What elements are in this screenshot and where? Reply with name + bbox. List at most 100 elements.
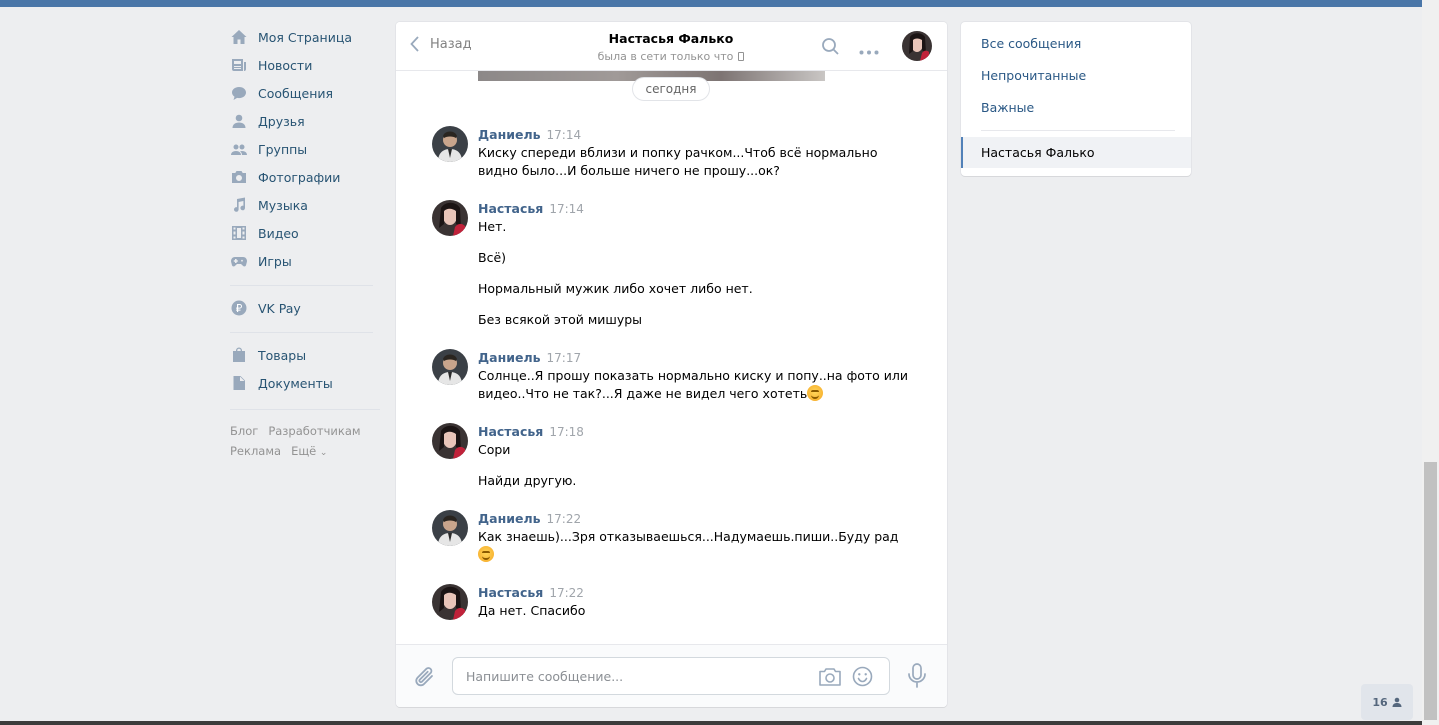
message-history[interactable]: сегодня Даниель 17:14 Киску спереди вблиз… bbox=[396, 71, 947, 644]
message-time[interactable]: 17:14 bbox=[547, 128, 582, 142]
message-author[interactable]: Настасья bbox=[478, 585, 543, 600]
emoji-icon[interactable] bbox=[852, 666, 873, 691]
message-text: Киску спереди вблизи и попку рачком...Чт… bbox=[478, 145, 878, 178]
avatar-daniel[interactable] bbox=[432, 510, 468, 546]
nav-divider bbox=[230, 285, 373, 286]
message-time[interactable]: 17:22 bbox=[547, 512, 582, 526]
message-input[interactable] bbox=[453, 658, 803, 694]
message-time[interactable]: 17:18 bbox=[549, 425, 584, 439]
nav-label: Товары bbox=[258, 347, 307, 363]
footer-link-ads[interactable]: Реклама bbox=[230, 444, 281, 458]
message-text: Сори bbox=[478, 442, 511, 457]
nav-item-vk-pay[interactable]: VK Pay bbox=[230, 294, 380, 322]
online-friends-badge[interactable]: 16 bbox=[1361, 684, 1413, 720]
nav-item-goods[interactable]: Товары bbox=[230, 341, 380, 369]
chat-status: была в сети только что bbox=[546, 50, 796, 63]
nav-item-messages[interactable]: Сообщения bbox=[230, 79, 380, 107]
nav-label: Друзья bbox=[258, 113, 305, 129]
messages-icon bbox=[230, 85, 247, 102]
message-author[interactable]: Даниель bbox=[478, 350, 541, 365]
chat-avatar[interactable] bbox=[902, 31, 932, 61]
footer-links: Блог Разработчикам Реклама Ещё ⌄ bbox=[230, 409, 380, 458]
active-conversation[interactable]: Настасья Фалько bbox=[961, 137, 1191, 168]
message-text: Солнце..Я прошу показать нормально киску… bbox=[478, 367, 912, 403]
back-label: Назад bbox=[430, 36, 472, 52]
nav-item-games[interactable]: Игры bbox=[230, 247, 380, 275]
nav-label: VK Pay bbox=[258, 300, 301, 316]
nav-item-music[interactable]: Музыка bbox=[230, 191, 380, 219]
chevron-down-icon: ⌄ bbox=[319, 448, 328, 458]
message-text: Нет. bbox=[478, 219, 507, 234]
nav-item-friends[interactable]: Друзья bbox=[230, 107, 380, 135]
back-button[interactable]: Назад bbox=[410, 36, 472, 52]
nav-label: Музыка bbox=[258, 197, 308, 213]
message-time[interactable]: 17:17 bbox=[547, 351, 582, 365]
paperclip-icon[interactable] bbox=[414, 665, 436, 693]
message-author[interactable]: Даниель bbox=[478, 511, 541, 526]
message-time[interactable]: 17:14 bbox=[549, 202, 584, 216]
smiling-emoji-icon bbox=[807, 385, 824, 401]
nav-label: Видео bbox=[258, 225, 299, 241]
nav-item-video[interactable]: Видео bbox=[230, 219, 380, 247]
message-text: Как знаешь)...Зря отказываешься...Надума… bbox=[478, 528, 912, 564]
nav-label: Группы bbox=[258, 141, 308, 157]
message-author[interactable]: Настасья bbox=[478, 201, 543, 216]
footer-more-label: Ещё bbox=[291, 444, 317, 458]
status-text: была в сети только что bbox=[597, 50, 734, 63]
conversation-filters: Все сообщения Непрочитанные Важные Наста… bbox=[961, 22, 1191, 176]
top-bar bbox=[0, 0, 1422, 7]
avatar-daniel[interactable] bbox=[432, 126, 468, 162]
nav-label: Документы bbox=[258, 375, 333, 391]
nav-item-groups[interactable]: Группы bbox=[230, 135, 380, 163]
nav-label: Фотографии bbox=[258, 169, 341, 185]
message-item: Даниель 17:17 Солнце..Я прошу показать но… bbox=[432, 349, 912, 403]
nav-item-my-page[interactable]: Моя Страница bbox=[230, 23, 380, 51]
user-icon bbox=[1392, 697, 1402, 707]
nav-item-photos[interactable]: Фотографии bbox=[230, 163, 380, 191]
avatar-nastasya[interactable] bbox=[432, 423, 468, 459]
message-text-content: Как знаешь)...Зря отказываешься...Надума… bbox=[478, 529, 899, 544]
more-icon[interactable] bbox=[859, 44, 879, 59]
chat-header: Назад Настасья Фалько была в сети только… bbox=[396, 22, 947, 71]
document-icon bbox=[230, 375, 247, 392]
avatar-daniel[interactable] bbox=[432, 349, 468, 385]
online-count: 16 bbox=[1372, 695, 1388, 709]
message-author[interactable]: Настасья bbox=[478, 424, 543, 439]
groups-icon bbox=[230, 141, 247, 158]
nav-label: Новости bbox=[258, 57, 313, 73]
page-scrollbar[interactable] bbox=[1422, 0, 1439, 725]
nav-label: Моя Страница bbox=[258, 29, 352, 45]
search-icon[interactable] bbox=[821, 37, 840, 60]
footer-link-developers[interactable]: Разработчикам bbox=[268, 424, 360, 438]
nav-divider bbox=[230, 332, 373, 333]
chat-title[interactable]: Настасья Фалько bbox=[546, 31, 796, 46]
message-item: Даниель 17:22 Как знаешь)...Зря отказывае… bbox=[432, 510, 912, 564]
message-text: Без всякой этой мишуры bbox=[478, 312, 643, 327]
filter-divider bbox=[981, 130, 1175, 131]
message-author[interactable]: Даниель bbox=[478, 127, 541, 142]
message-time[interactable]: 17:22 bbox=[549, 586, 584, 600]
nav-label: Игры bbox=[258, 253, 292, 269]
video-icon bbox=[230, 225, 247, 242]
kissing-emoji-icon bbox=[478, 546, 494, 562]
filter-unread[interactable]: Непрочитанные bbox=[981, 68, 1086, 83]
avatar-nastasya[interactable] bbox=[432, 200, 468, 236]
chevron-left-icon bbox=[410, 36, 419, 52]
filter-important[interactable]: Важные bbox=[981, 100, 1034, 115]
left-navigation: Моя Страница Новости Сообщения Друзья Гр… bbox=[230, 23, 380, 464]
ruble-icon bbox=[230, 300, 247, 317]
microphone-icon[interactable] bbox=[907, 663, 927, 693]
music-icon bbox=[230, 197, 247, 214]
nav-item-news[interactable]: Новости bbox=[230, 51, 380, 79]
camera-icon[interactable] bbox=[819, 667, 841, 690]
nav-item-documents[interactable]: Документы bbox=[230, 369, 380, 397]
scrollbar-thumb[interactable] bbox=[1424, 462, 1437, 720]
filter-all-messages[interactable]: Все сообщения bbox=[981, 36, 1081, 51]
message-composer bbox=[396, 644, 947, 707]
friends-icon bbox=[230, 113, 247, 130]
footer-link-blog[interactable]: Блог bbox=[230, 424, 258, 438]
footer-link-more[interactable]: Ещё ⌄ bbox=[291, 444, 327, 458]
avatar-nastasya[interactable] bbox=[432, 584, 468, 620]
message-item: Настасья 17:14 Нет. Всё) Нормальный мужик… bbox=[432, 200, 912, 329]
mobile-phone-icon bbox=[738, 52, 745, 61]
